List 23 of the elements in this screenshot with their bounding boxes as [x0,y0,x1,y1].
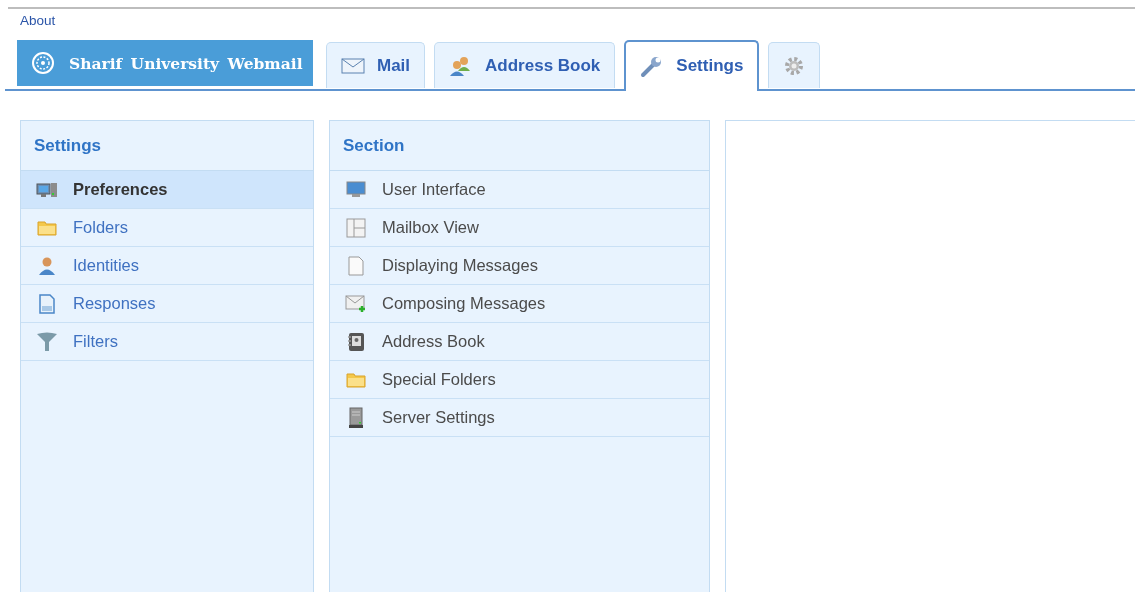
section-item[interactable]: Mailbox View [330,209,709,247]
settings-item[interactable]: Responses [21,285,313,323]
settings-item[interactable]: Identities [21,247,313,285]
section-item[interactable]: Composing Messages [330,285,709,323]
logo-title: Sharif University Webmail [69,53,303,73]
settings-tab[interactable] [768,42,821,88]
section-item[interactable]: User Interface [330,171,709,209]
gear-icon [783,54,806,77]
mail-icon [341,57,365,74]
panel-title: Settings [34,135,102,156]
settings-item[interactable]: Preferences [21,171,313,209]
section-item[interactable]: Server Settings [330,399,709,437]
emblem-icon [31,51,55,75]
section-item[interactable]: Displaying Messages [330,247,709,285]
section-item[interactable]: Address Book [330,323,709,361]
tab[interactable]: Address Book [434,42,616,88]
settings-item[interactable]: Folders [21,209,313,247]
section-item[interactable]: Special Folders [330,361,709,399]
tab[interactable]: Settings [624,40,760,91]
settings-item[interactable]: Filters [21,323,313,361]
tab[interactable]: Mail [326,42,426,88]
about-link[interactable]: About [20,13,56,28]
panel-title: Section [343,135,405,156]
